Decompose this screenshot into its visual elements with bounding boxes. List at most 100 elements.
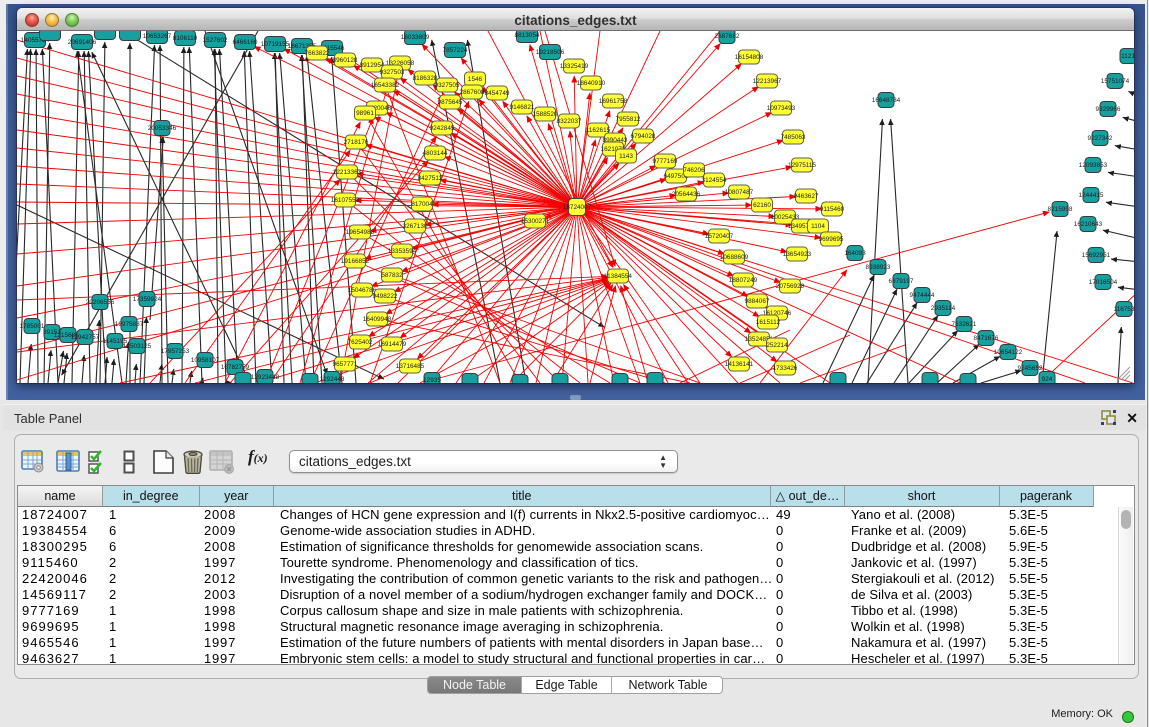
svg-text:9474444: 9474444 bbox=[910, 292, 935, 299]
svg-text:12503125: 12503125 bbox=[123, 343, 152, 350]
svg-text:18807249: 18807249 bbox=[729, 277, 758, 284]
svg-text:19654983: 19654983 bbox=[346, 229, 375, 236]
svg-text:9329966: 9329966 bbox=[1096, 106, 1121, 113]
svg-text:2718176: 2718176 bbox=[344, 139, 369, 146]
svg-text:12975115: 12975115 bbox=[788, 162, 816, 169]
svg-text:11384554: 11384554 bbox=[604, 273, 632, 280]
svg-text:20564436: 20564436 bbox=[672, 191, 701, 198]
svg-text:9699695: 9699695 bbox=[819, 236, 844, 243]
svg-text:10719155: 10719155 bbox=[261, 41, 290, 48]
svg-text:746206: 746206 bbox=[683, 167, 705, 174]
svg-text:164093: 164093 bbox=[844, 250, 866, 257]
svg-text:16648784: 16648784 bbox=[872, 97, 901, 104]
svg-text:1244415: 1244415 bbox=[1079, 192, 1104, 199]
svg-text:10958107: 10958107 bbox=[191, 357, 220, 364]
svg-text:1292448: 1292448 bbox=[320, 376, 345, 383]
svg-text:1615112: 1615112 bbox=[756, 319, 781, 326]
svg-text:18724007: 18724007 bbox=[563, 204, 592, 211]
svg-text:10688609: 10688609 bbox=[720, 254, 749, 261]
svg-text:8186328: 8186328 bbox=[413, 75, 438, 82]
svg-text:12213967: 12213967 bbox=[753, 78, 782, 85]
svg-text:15720407: 15720407 bbox=[705, 233, 734, 240]
svg-text:6466160: 6466160 bbox=[233, 39, 258, 46]
svg-text:9875645: 9875645 bbox=[438, 99, 463, 106]
svg-text:10654122: 10654122 bbox=[994, 349, 1023, 356]
svg-text:7955812: 7955812 bbox=[616, 116, 641, 123]
svg-text:13654923: 13654923 bbox=[783, 251, 812, 258]
svg-text:7857224: 7857224 bbox=[443, 47, 468, 54]
svg-text:6879197: 6879197 bbox=[889, 278, 914, 285]
svg-text:62160: 62160 bbox=[753, 202, 771, 209]
svg-text:1121: 1121 bbox=[1121, 53, 1134, 60]
svg-text:12213363: 12213363 bbox=[333, 169, 362, 176]
svg-text:19166852: 19166852 bbox=[341, 258, 370, 265]
svg-text:1527602: 1527602 bbox=[203, 37, 228, 44]
svg-text:17359924: 17359924 bbox=[133, 296, 162, 303]
svg-text:9884067: 9884067 bbox=[745, 298, 770, 305]
svg-text:12093853: 12093853 bbox=[1079, 162, 1108, 169]
svg-text:924: 924 bbox=[1042, 376, 1053, 383]
svg-text:9327503: 9327503 bbox=[380, 69, 405, 76]
svg-text:14136141: 14136141 bbox=[725, 361, 754, 368]
svg-text:20691406: 20691406 bbox=[68, 39, 97, 46]
svg-text:1546: 1546 bbox=[468, 76, 483, 83]
svg-text:1143: 1143 bbox=[619, 153, 633, 160]
svg-text:8427512: 8427512 bbox=[418, 175, 443, 182]
svg-text:7663822: 7663822 bbox=[305, 50, 330, 57]
svg-text:16107553: 16107553 bbox=[331, 197, 360, 204]
svg-text:817004: 817004 bbox=[411, 201, 433, 208]
svg-text:19218506: 19218506 bbox=[536, 49, 565, 56]
svg-text:4803144: 4803144 bbox=[423, 150, 448, 157]
svg-text:16210643: 16210643 bbox=[1074, 221, 1103, 228]
svg-text:18640910: 18640910 bbox=[577, 80, 606, 87]
svg-text:3124554: 3124554 bbox=[702, 177, 727, 184]
svg-text:9242845: 9242845 bbox=[430, 125, 455, 132]
svg-text:8813054: 8813054 bbox=[515, 32, 540, 39]
svg-text:16914479: 16914479 bbox=[378, 341, 407, 348]
svg-text:16543382: 16543382 bbox=[371, 82, 400, 89]
svg-text:13353594: 13353594 bbox=[388, 248, 417, 255]
svg-text:8106110: 8106110 bbox=[173, 35, 198, 42]
svg-text:9115460: 9115460 bbox=[820, 206, 845, 213]
svg-text:13716485: 13716485 bbox=[396, 363, 425, 370]
svg-text:16409948: 16409948 bbox=[363, 316, 392, 323]
svg-text:8960128: 8960128 bbox=[333, 57, 358, 64]
svg-text:17957253: 17957253 bbox=[161, 348, 190, 355]
svg-text:10807487: 10807487 bbox=[725, 189, 754, 196]
svg-text:1588520: 1588520 bbox=[533, 111, 558, 118]
svg-text:12923448: 12923448 bbox=[251, 374, 280, 381]
svg-text:15300271: 15300271 bbox=[521, 218, 550, 225]
svg-text:1104: 1104 bbox=[811, 223, 825, 230]
svg-text:1733426: 1733426 bbox=[773, 365, 798, 372]
svg-text:12935: 12935 bbox=[423, 377, 441, 383]
svg-text:20053346: 20053346 bbox=[148, 125, 177, 132]
svg-text:16033809: 16033809 bbox=[401, 34, 430, 41]
svg-text:16782759: 16782759 bbox=[221, 364, 250, 371]
svg-text:8322037: 8322037 bbox=[557, 118, 582, 125]
svg-text:98961: 98961 bbox=[356, 110, 374, 117]
svg-text:9146821: 9146821 bbox=[510, 104, 535, 111]
svg-text:8938923: 8938923 bbox=[866, 264, 891, 271]
svg-text:17016504: 17016504 bbox=[1089, 279, 1118, 286]
svg-text:1785001: 1785001 bbox=[20, 323, 45, 330]
svg-text:13325419: 13325419 bbox=[560, 63, 589, 70]
svg-text:7485063: 7485063 bbox=[781, 134, 806, 141]
svg-text:116753: 116753 bbox=[1114, 306, 1134, 313]
svg-text:16154808: 16154808 bbox=[735, 54, 764, 61]
svg-text:9327505: 9327505 bbox=[435, 82, 460, 89]
svg-text:9227342: 9227342 bbox=[1088, 135, 1113, 142]
svg-text:7632621: 7632621 bbox=[952, 321, 977, 328]
svg-text:9498222: 9498222 bbox=[373, 293, 398, 300]
svg-text:10653267: 10653267 bbox=[143, 33, 172, 40]
svg-text:20756928: 20756928 bbox=[776, 283, 805, 290]
svg-text:7625402: 7625402 bbox=[348, 339, 373, 346]
svg-text:6794028: 6794028 bbox=[631, 133, 656, 140]
svg-text:2935114: 2935114 bbox=[931, 305, 956, 312]
svg-text:16961758: 16961758 bbox=[599, 98, 628, 105]
svg-text:587832: 587832 bbox=[381, 272, 403, 279]
svg-text:15751074: 15751074 bbox=[1101, 78, 1130, 85]
svg-text:9657771: 9657771 bbox=[333, 361, 358, 368]
svg-text:2867608: 2867608 bbox=[460, 89, 485, 96]
svg-text:9245652: 9245652 bbox=[1018, 365, 1043, 372]
svg-text:15692951: 15692951 bbox=[1082, 252, 1111, 259]
